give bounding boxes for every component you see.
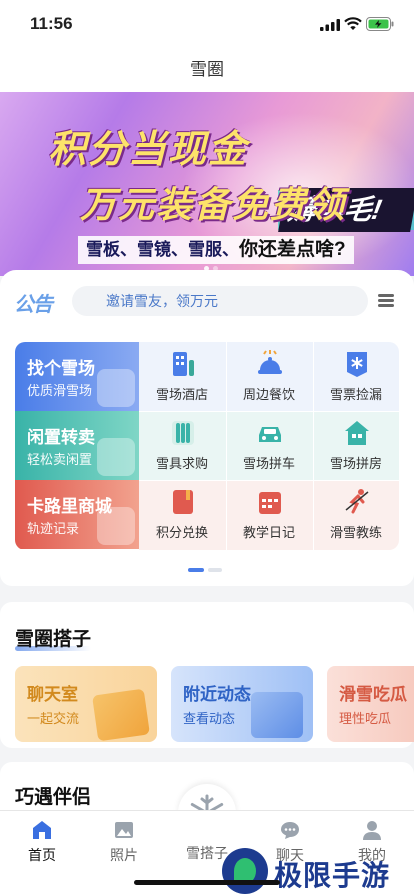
service-label: 教学日记 (242, 525, 295, 540)
tile-title: 聊天室 (27, 685, 78, 704)
feature-subtitle: 优质滑雪场 (27, 383, 93, 398)
tab-photos[interactable]: 照片 (94, 819, 154, 865)
watermark-logo (222, 848, 268, 894)
feature-subtitle: 轻松卖闲置 (27, 452, 93, 467)
chat-bag-icon (92, 688, 150, 742)
status-time: 11:56 (30, 14, 73, 33)
promo-banner[interactable]: 薅羊毛! 积分当现金 万元装备免费领 雪板、雪镜、雪服、你还差点啥? (0, 92, 414, 276)
nav-bar: 雪圈 (0, 48, 414, 92)
feature-title: 闲置转卖 (27, 428, 95, 447)
banner-headline-1: 积分当现金 (48, 129, 249, 171)
service-carpool[interactable]: 雪场拼车 (226, 411, 312, 480)
photo-icon (115, 822, 133, 838)
ski-gear-icon (172, 421, 194, 445)
service-teaching-diary[interactable]: 教学日记 (226, 480, 312, 549)
hotel-icon (173, 352, 194, 376)
service-points-exchange[interactable]: 积分兑换 (139, 480, 225, 549)
cellular-signal-icon (320, 19, 340, 31)
house-icon (345, 421, 369, 445)
feature-calorie-mall[interactable]: 卡路里商城 轨迹记录 (15, 480, 139, 549)
tile-title: 附近动态 (183, 685, 251, 704)
chat-icon (281, 822, 299, 839)
service-ticket[interactable]: 雪票捡漏 (313, 342, 399, 411)
service-label: 积分兑换 (155, 525, 208, 540)
home-indicator (134, 880, 280, 885)
tile-subtitle: 查看动态 (183, 711, 236, 726)
shopping-bag-icon (97, 507, 135, 545)
service-hotel[interactable]: 雪场酒店 (139, 342, 225, 411)
tab-home[interactable]: 首页 (12, 819, 72, 865)
service-ski-coach[interactable]: 滑雪教练 (313, 480, 399, 549)
profile-icon (363, 821, 381, 840)
tile-subtitle: 一起交流 (27, 711, 80, 726)
tile-nearby-feed[interactable]: 附近动态 查看动态 (171, 666, 313, 742)
status-bar: 11:56 (0, 0, 414, 48)
feature-subtitle: 轨迹记录 (27, 521, 80, 536)
services-card: 公告 邀请雪友，领万元 找个雪场 优质滑雪场 闲置转卖 轻松卖闲置 卡路里商城 … (0, 270, 414, 586)
battery-charging-icon (366, 17, 394, 31)
menu-icon[interactable] (378, 294, 394, 308)
wifi-icon (344, 17, 362, 30)
watermark-text: 极限手游网 (274, 860, 391, 891)
feature-resell[interactable]: 闲置转卖 轻松卖闲置 (15, 411, 139, 480)
service-label: 雪票捡漏 (329, 387, 382, 402)
tab-label: 照片 (110, 847, 138, 863)
feature-title: 找个雪场 (27, 359, 95, 378)
dining-icon (258, 350, 282, 374)
section-title: 雪圈搭子 (15, 629, 92, 650)
ticket-icon (347, 352, 367, 377)
watermark: 极限手游网 (222, 848, 414, 896)
notice-logo: 公告 (14, 294, 53, 316)
tile-subtitle: 理性吃瓜 (339, 711, 392, 726)
banner-tagline-a: 雪板、雪镜、雪服、 (86, 240, 239, 259)
section-title: 巧遇伴侣 (15, 787, 92, 808)
car-icon (259, 427, 281, 442)
service-label: 雪具求购 (155, 456, 208, 471)
service-label: 雪场拼房 (329, 456, 382, 471)
exchange-icon (97, 438, 135, 476)
service-label: 雪场拼车 (242, 456, 295, 471)
banner-tagline: 雪板、雪镜、雪服、你还差点啥? (78, 236, 354, 264)
grid-pagination (188, 568, 222, 572)
service-label: 雪场酒店 (155, 387, 208, 402)
tile-ski-gossip[interactable]: 滑雪吃瓜 理性吃瓜 (327, 666, 414, 742)
service-label: 周边餐饮 (242, 387, 295, 402)
book-icon (173, 490, 193, 514)
home-icon (33, 821, 51, 839)
notice-bar[interactable]: 邀请雪友，领万元 (72, 286, 368, 316)
service-dining[interactable]: 周边餐饮 (226, 342, 312, 411)
service-room-share[interactable]: 雪场拼房 (313, 411, 399, 480)
skier-icon (97, 369, 135, 407)
location-pin-icon (251, 692, 303, 738)
banner-tagline-b: 你还差点啥? (239, 239, 346, 260)
feature-find-resort[interactable]: 找个雪场 优质滑雪场 (15, 342, 139, 411)
banner-headline-2: 万元装备免费领 (80, 184, 347, 225)
service-gear-wanted[interactable]: 雪具求购 (139, 411, 225, 480)
page-title: 雪圈 (190, 60, 224, 79)
tile-title: 滑雪吃瓜 (339, 685, 407, 704)
tab-label: 首页 (28, 847, 56, 863)
skier-icon (345, 489, 369, 514)
group-section: 雪圈搭子 聊天室 一起交流 附近动态 查看动态 滑雪吃瓜 理性吃瓜 (0, 602, 414, 748)
service-label: 滑雪教练 (329, 525, 382, 540)
service-grid: 找个雪场 优质滑雪场 闲置转卖 轻松卖闲置 卡路里商城 轨迹记录 雪场酒店 周边… (15, 342, 399, 550)
tile-chat-room[interactable]: 聊天室 一起交流 (15, 666, 157, 742)
calendar-icon (259, 492, 281, 514)
